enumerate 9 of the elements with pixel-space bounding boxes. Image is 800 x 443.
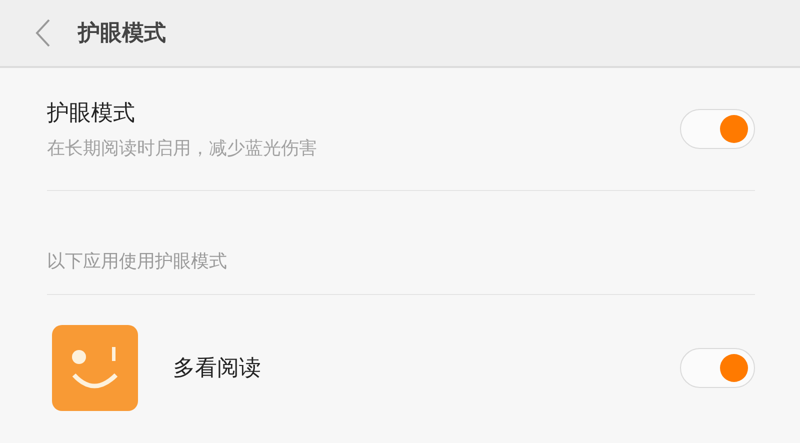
setting-title: 护眼模式 [47,100,136,128]
page-title: 护眼模式 [78,20,166,48]
app-name: 多看阅读 [173,355,261,383]
app-icon [52,325,138,411]
setting-description: 在长期阅读时启用，减少蓝光伤害 [47,137,317,160]
back-icon[interactable] [34,18,52,48]
section-label: 以下应用使用护眼模式 [47,250,227,272]
toggle-switch[interactable] [680,348,755,388]
toggle-switch[interactable] [680,109,755,149]
